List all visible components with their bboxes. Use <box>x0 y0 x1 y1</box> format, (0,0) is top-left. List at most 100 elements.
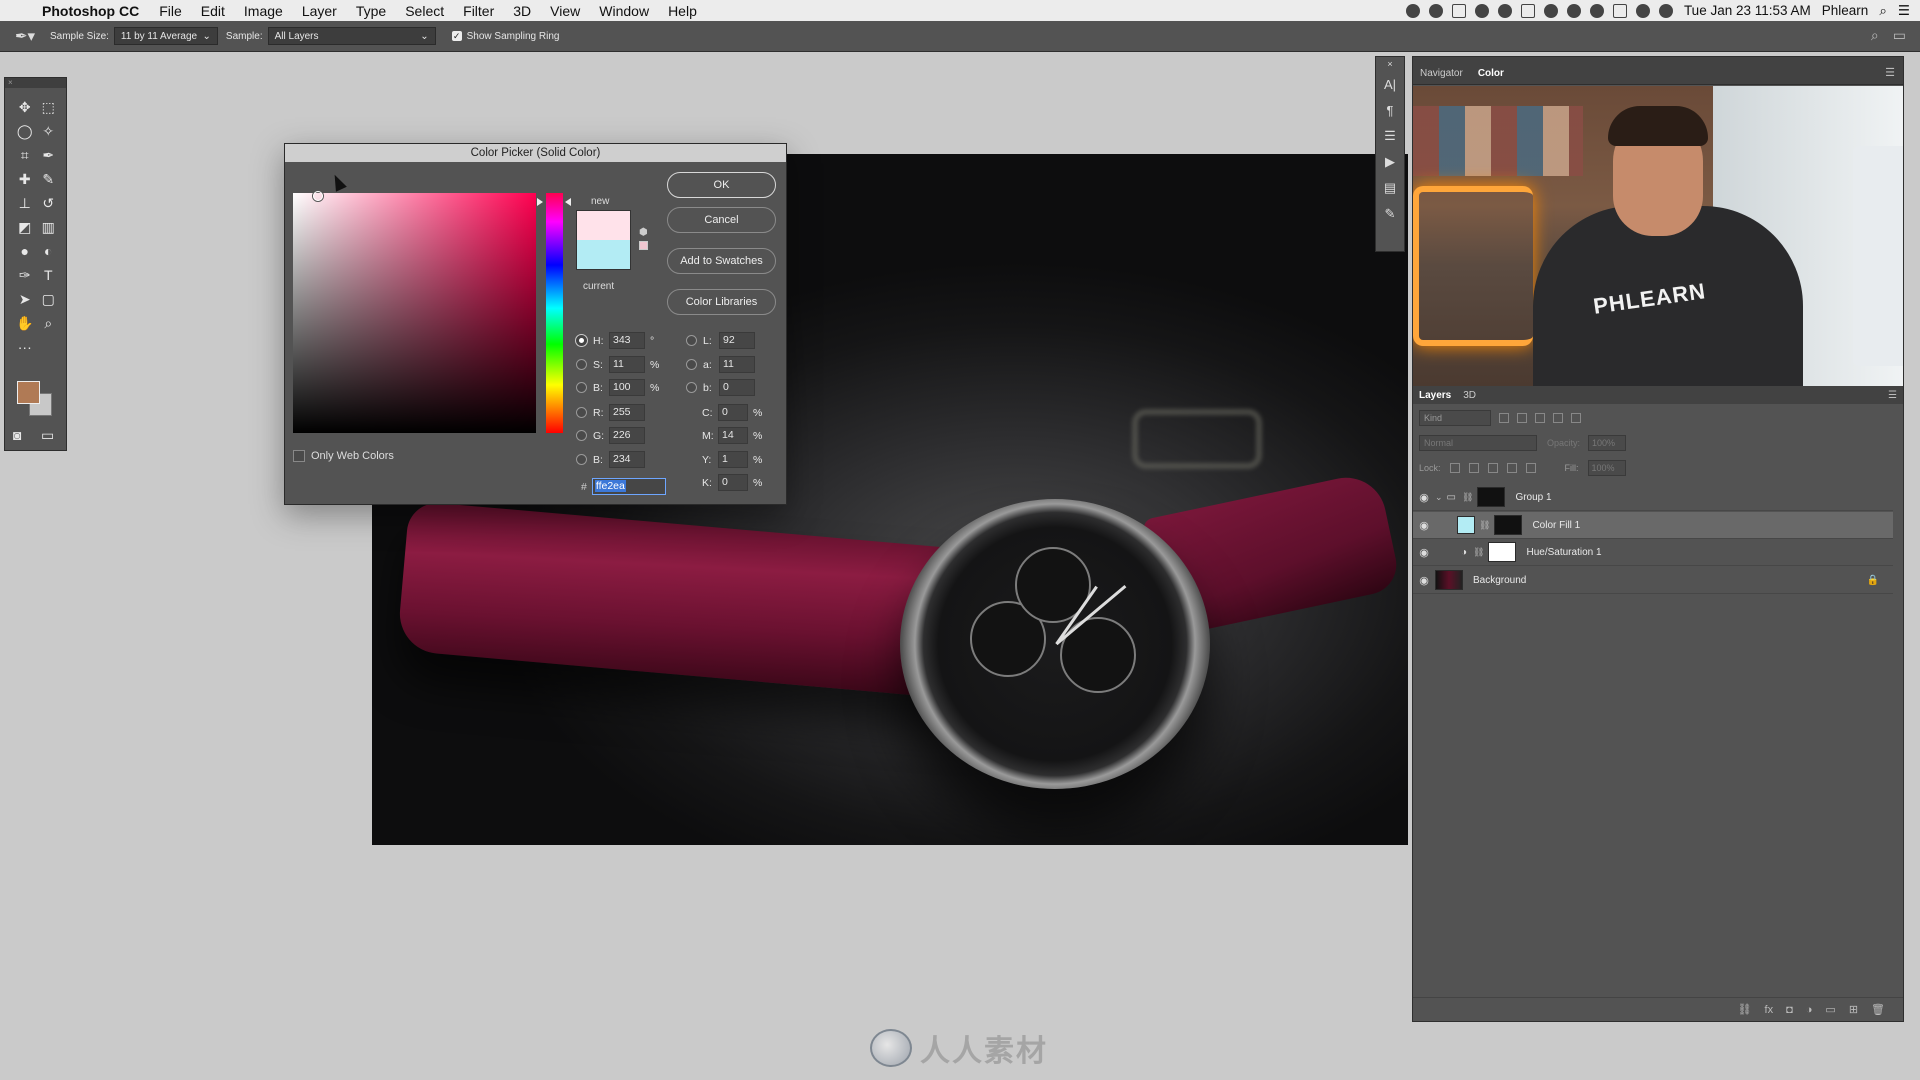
pixel-filter-icon[interactable] <box>1499 413 1509 423</box>
hue-radio[interactable] <box>576 335 587 346</box>
saturation-input[interactable]: 11 <box>609 356 645 373</box>
web-safe-warning-icon[interactable]: ⬢ <box>639 227 648 238</box>
menubar-clock[interactable]: Tue Jan 23 11:53 AM <box>1684 3 1811 18</box>
lasso-tool-icon[interactable]: ◯ <box>13 122 37 140</box>
dodge-tool-icon[interactable]: ◐ <box>37 242 61 260</box>
gradient-tool-icon[interactable]: ▥ <box>37 218 61 236</box>
tab-color[interactable]: Color <box>1471 68 1512 84</box>
yellow-input[interactable]: 1 <box>718 451 748 468</box>
layer-name[interactable]: Hue/Saturation 1 <box>1526 547 1601 558</box>
hue-slider-arrow-left[interactable] <box>537 198 543 206</box>
ok-button[interactable]: OK <box>667 172 776 198</box>
menu-edit[interactable]: Edit <box>201 3 225 19</box>
shape-tool-icon[interactable]: ▢ <box>37 290 61 308</box>
type-filter-icon[interactable] <box>1535 413 1545 423</box>
layers-menu-icon[interactable]: ☰ <box>1882 390 1903 401</box>
lock-position-icon[interactable] <box>1487 463 1498 473</box>
magic-wand-tool-icon[interactable]: ✧ <box>37 122 61 140</box>
cancel-button[interactable]: Cancel <box>667 207 776 233</box>
layer-mask-thumbnail[interactable] <box>1488 542 1517 562</box>
dialog-title[interactable]: Color Picker (Solid Color) <box>285 144 786 162</box>
green-input[interactable]: 226 <box>609 427 645 444</box>
zoom-tool-icon[interactable]: ⌕ <box>37 314 61 332</box>
add-mask-icon[interactable]: ◘ <box>1786 1004 1793 1016</box>
magenta-input[interactable]: 14 <box>718 427 748 444</box>
move-tool-icon[interactable]: ✥ <box>13 98 37 116</box>
collapse-icon[interactable]: × <box>1376 57 1404 71</box>
red-input[interactable]: 255 <box>609 404 645 421</box>
eject-icon[interactable] <box>1635 3 1650 18</box>
layer-name[interactable]: Group 1 <box>1515 492 1551 503</box>
brightness-radio[interactable] <box>576 382 587 393</box>
brush-tool-icon[interactable]: ✎ <box>37 170 61 188</box>
link-layers-icon[interactable]: ⛓ <box>1738 1003 1752 1016</box>
screen-mode-icon[interactable]: ▭ <box>41 426 54 444</box>
menu-file[interactable]: File <box>159 3 182 19</box>
tab-layers[interactable]: Layers <box>1413 390 1457 401</box>
smart-object-filter-icon[interactable] <box>1571 413 1581 423</box>
hue-slider-arrow-right[interactable] <box>565 198 571 206</box>
opacity-input[interactable]: 100% <box>1588 435 1627 451</box>
notification-center-icon[interactable]: ☰ <box>1898 3 1910 19</box>
fx-icon[interactable]: fx <box>1765 1004 1774 1016</box>
only-web-colors-checkbox[interactable] <box>293 450 305 462</box>
web-safe-color-swatch[interactable] <box>639 241 648 250</box>
blend-mode-select[interactable]: Normal <box>1419 435 1537 451</box>
menu-view[interactable]: View <box>550 3 580 19</box>
new-layer-icon[interactable]: ⊞ <box>1849 1003 1858 1016</box>
lab-l-input[interactable]: 92 <box>719 332 755 349</box>
add-to-swatches-button[interactable]: Add to Swatches <box>667 248 776 274</box>
hex-input[interactable]: ffe2ea <box>591 478 666 495</box>
show-sampling-ring-checkbox[interactable]: ✓ <box>451 31 462 41</box>
fill-input[interactable]: 100% <box>1587 460 1626 476</box>
color-libraries-button[interactable]: Color Libraries <box>667 289 776 315</box>
display-icon[interactable] <box>1520 3 1535 18</box>
app-menu[interactable]: Photoshop CC <box>42 3 139 19</box>
menu-image[interactable]: Image <box>244 3 283 19</box>
history-brush-tool-icon[interactable]: ↺ <box>37 194 61 212</box>
layer-mask-thumbnail[interactable] <box>1494 515 1523 535</box>
menu-3d[interactable]: 3D <box>513 3 531 19</box>
app-status-icon[interactable] <box>1451 3 1466 18</box>
wifi-icon[interactable] <box>1589 3 1604 18</box>
toolbox-header[interactable]: × <box>5 78 66 88</box>
path-selection-tool-icon[interactable]: ➤ <box>13 290 37 308</box>
properties-panel-icon[interactable]: ☰ <box>1376 123 1404 149</box>
eyedropper-tool-icon[interactable]: ✒ <box>37 146 61 164</box>
lab-b-input[interactable]: 0 <box>719 379 755 396</box>
red-radio[interactable] <box>576 407 587 418</box>
bluetooth-icon[interactable] <box>1566 3 1581 18</box>
menu-type[interactable]: Type <box>356 3 386 19</box>
lock-image-icon[interactable] <box>1468 463 1479 473</box>
lab-b-radio[interactable] <box>686 382 697 393</box>
sample-select[interactable]: All Layers ⌄ <box>267 27 436 45</box>
history-panel-icon[interactable]: ▤ <box>1376 175 1404 201</box>
layer-row-color-fill-1[interactable]: ◉ ⛓ Color Fill 1 <box>1413 512 1893 539</box>
tab-navigator[interactable]: Navigator <box>1413 68 1471 84</box>
disclosure-chevron-icon[interactable]: ⌄ <box>1435 492 1443 503</box>
hue-slider[interactable] <box>546 193 563 433</box>
marquee-tool-icon[interactable]: ⬚ <box>37 98 61 116</box>
eraser-tool-icon[interactable]: ◩ <box>13 218 37 236</box>
brush-panel-icon[interactable]: ✎ <box>1376 201 1404 227</box>
lock-all-icon[interactable] <box>1525 463 1536 473</box>
blur-tool-icon[interactable]: ● <box>13 242 37 260</box>
actions-panel-icon[interactable]: ▶ <box>1376 149 1404 175</box>
group-mask-thumbnail[interactable] <box>1477 487 1506 507</box>
current-color-swatch[interactable] <box>576 240 631 270</box>
color-field[interactable] <box>293 191 536 433</box>
brightness-input[interactable]: 100 <box>609 379 645 396</box>
menu-help[interactable]: Help <box>668 3 697 19</box>
layer-filter-kind-select[interactable]: Kind <box>1419 410 1491 426</box>
lock-transparent-icon[interactable] <box>1449 463 1460 473</box>
lock-artboard-icon[interactable] <box>1506 463 1517 473</box>
foreground-color-swatch[interactable] <box>17 381 40 404</box>
volume-icon[interactable] <box>1658 3 1673 18</box>
tab-3d[interactable]: 3D <box>1457 390 1482 401</box>
lab-a-radio[interactable] <box>686 359 697 370</box>
color-fill-thumbnail[interactable] <box>1457 516 1475 534</box>
new-group-icon[interactable]: ▭ <box>1825 1003 1835 1016</box>
menu-layer[interactable]: Layer <box>302 3 337 19</box>
character-panel-icon[interactable]: A| <box>1376 71 1404 97</box>
menu-window[interactable]: Window <box>599 3 649 19</box>
